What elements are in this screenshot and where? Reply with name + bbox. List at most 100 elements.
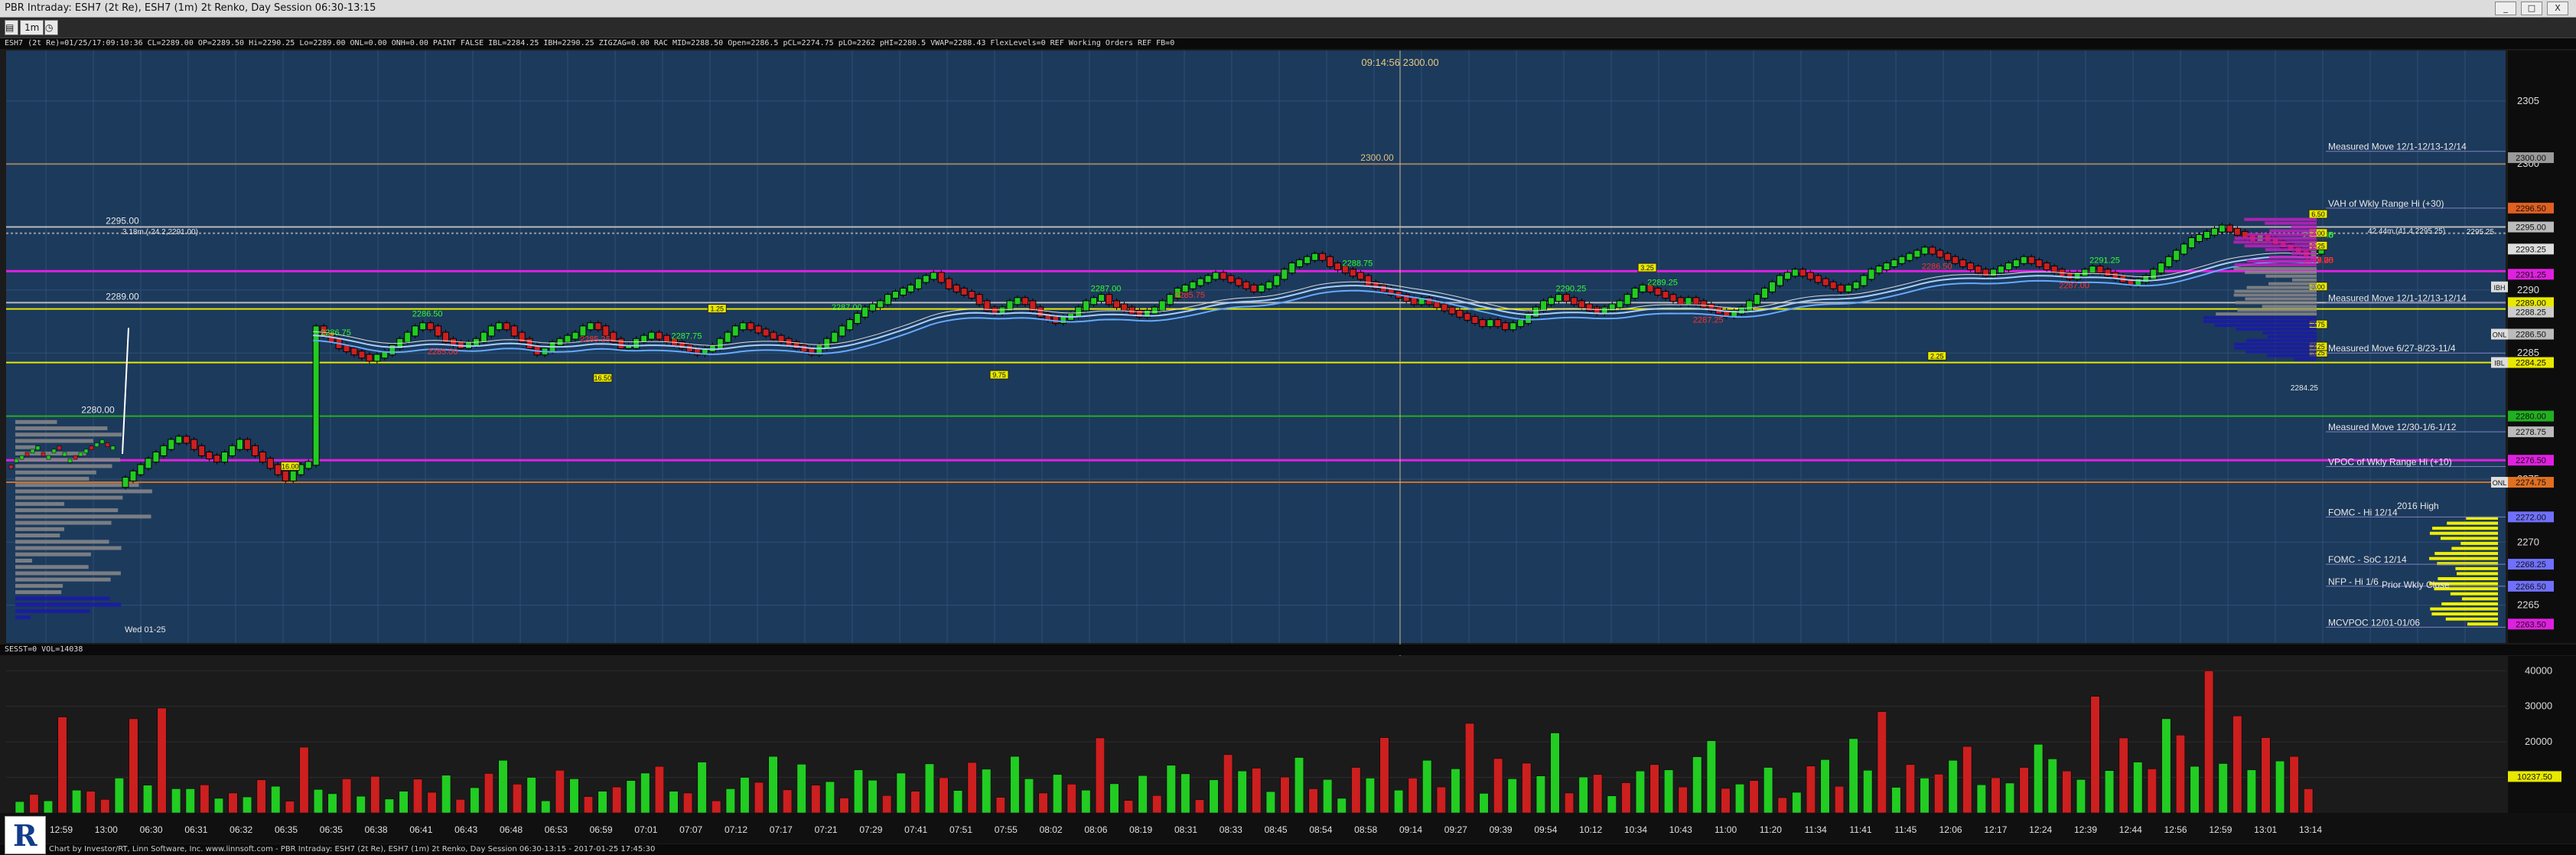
swing-high-label: 2295.00 [2303, 231, 2333, 240]
profile-bar-right [2234, 342, 2317, 346]
profile-bar-right [2267, 334, 2317, 338]
volume-bar [1209, 779, 1219, 814]
volume-bar [839, 798, 849, 814]
down-candle [1982, 269, 1990, 277]
profile-bar-right [2235, 301, 2317, 305]
down-candle [793, 341, 800, 349]
profile-bar-left [15, 419, 57, 424]
volume-bar [43, 800, 53, 814]
volume-bar [1507, 778, 1517, 814]
swing-size-text: 16.50 [594, 374, 612, 382]
swing-size-tag [2308, 348, 2328, 357]
down-candle [2027, 256, 2035, 264]
volume-bar [213, 798, 223, 814]
profile-bar-left [15, 483, 139, 488]
price-axis-tag [2508, 580, 2554, 592]
swing-low-label: 2285.00 [428, 348, 458, 357]
down-candle [800, 344, 808, 353]
x-tick-label: 13:00 [95, 824, 118, 835]
down-candle [2287, 243, 2294, 252]
up-candle [869, 303, 877, 312]
up-candle [823, 338, 831, 349]
volume-bar [1734, 784, 1745, 814]
profile-bar-right [2203, 316, 2317, 320]
volume-bar [1237, 770, 1247, 814]
y-tick-label: 2285 [2517, 347, 2539, 358]
y-tick-label: 2295 [2517, 221, 2539, 233]
down-candle [1395, 291, 1402, 299]
x-tick-label: 08:02 [1040, 824, 1063, 835]
down-candle [183, 436, 191, 444]
volume-bar [1905, 764, 1916, 814]
swing-high-label: 2291.00 [2303, 231, 2333, 240]
volume-bar [1920, 778, 1930, 814]
down-candle [1959, 259, 1967, 267]
x-tick-label: 11:41 [1849, 824, 1871, 835]
swing-size-tag [280, 461, 300, 471]
down-candle [2302, 250, 2310, 258]
down-candle [213, 455, 221, 463]
price-axis-tag [2508, 243, 2554, 255]
down-candle [785, 338, 793, 346]
down-candle [1662, 291, 1669, 299]
volume-tick-label: 20000 [2525, 736, 2552, 747]
x-tick-label: 07:21 [815, 824, 838, 835]
volume-bar [1194, 799, 1204, 814]
profile-bar-left [15, 583, 64, 588]
down-candle [2241, 230, 2249, 239]
down-candle [1327, 256, 1334, 267]
x-tick-label: 07:17 [770, 824, 793, 835]
volume-bar [2034, 744, 2044, 814]
down-candle [968, 291, 975, 299]
maximize-button[interactable]: □ [2521, 2, 2542, 15]
up-candle [1639, 284, 1646, 292]
up-candle [2188, 237, 2196, 249]
volume-bar [470, 787, 480, 814]
profile-bar-left [15, 615, 31, 620]
down-candle [2249, 233, 2256, 242]
down-candle [274, 464, 282, 475]
chart-menu-icon[interactable]: ▤ [5, 20, 18, 35]
volume-status-line: SESST=0 VOL=14038 [0, 645, 2576, 655]
up-candle [396, 338, 404, 349]
x-tick-label: 07:55 [995, 824, 1018, 835]
down-candle [678, 341, 686, 349]
up-candle [1738, 306, 1746, 315]
x-tick-label: 12:56 [2164, 824, 2187, 835]
prior-profile-bar [2430, 607, 2498, 611]
swing-size-text: 9.75 [992, 371, 1006, 379]
price-axis-tag [2508, 559, 2554, 570]
profile-bar-right [2267, 354, 2317, 357]
volume-bar [2019, 767, 2029, 814]
down-candle [206, 452, 213, 460]
volume-bar [1265, 791, 1275, 814]
price-axis-tag-text: 2266.50 [2516, 583, 2546, 592]
x-tick-label: 07:29 [859, 824, 882, 835]
down-candle [808, 348, 816, 356]
profile-bar-left [15, 596, 110, 601]
chart-canvas[interactable]: 2265 2270 2275 2280 2285 2290 2295 2300 2305 2300… [0, 0, 2576, 855]
stat-label: 2295.25 [2467, 228, 2495, 237]
swing-low-label: 2289.00 [2303, 256, 2333, 265]
up-candle [549, 341, 556, 353]
volume-bar [1095, 737, 1105, 814]
price-axis-tag [2508, 221, 2554, 233]
up-candle [1304, 256, 1311, 264]
profile-bar-right [2245, 338, 2317, 342]
down-candle [686, 344, 693, 353]
close-button[interactable]: X [2547, 2, 2568, 15]
x-tick-label: 11:00 [1715, 824, 1737, 835]
clock-icon[interactable]: ◷ [44, 20, 58, 35]
minimize-button[interactable]: _ [2495, 2, 2516, 15]
price-axis [2508, 51, 2576, 643]
up-candle [648, 331, 656, 340]
down-candle [1929, 246, 1936, 255]
x-tick-label: 12:17 [1984, 824, 2007, 835]
interval-button[interactable]: 1m [20, 20, 44, 35]
volume-bar [2090, 696, 2100, 814]
down-candle [1967, 262, 1975, 271]
down-candle [1334, 262, 1341, 271]
volume-bar [910, 791, 920, 814]
session-date-label: Wed 01-25 [125, 625, 166, 635]
volume-bar [768, 755, 778, 814]
